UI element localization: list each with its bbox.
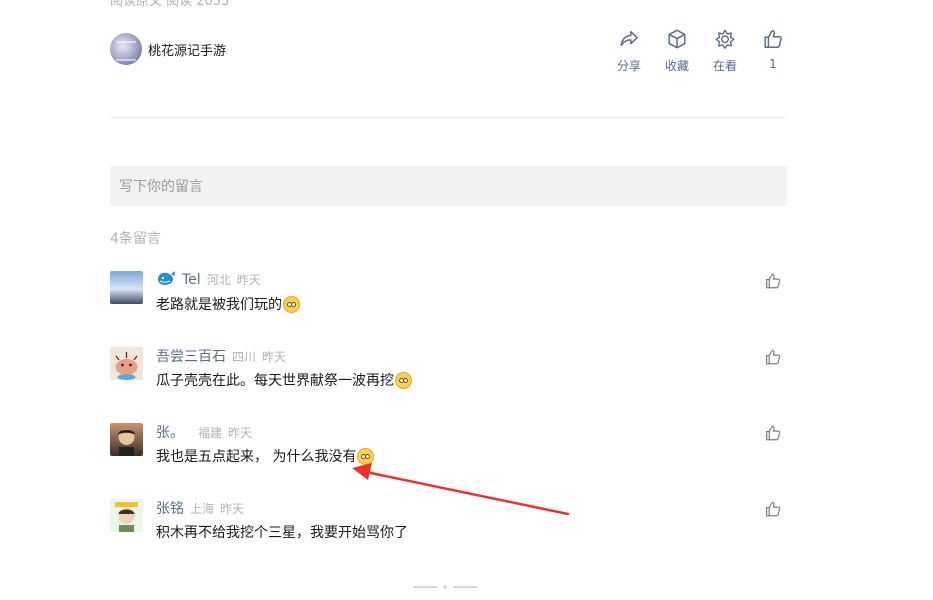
comment-item: 吾尝三百石 四川 昨天 瓜子壳壳在此。每天世界献祭一波再挖 [110, 347, 787, 407]
commenter-name[interactable]: 吾尝三百石 [156, 346, 226, 366]
commenter-name[interactable]: 张。 [156, 422, 184, 442]
author-name[interactable]: 桃花源记手游 [148, 40, 226, 59]
avatar[interactable] [110, 271, 143, 304]
avatar[interactable] [110, 423, 143, 456]
share-button[interactable]: 分享 [605, 28, 653, 74]
wow-label: 在看 [712, 59, 737, 73]
comment-time: 昨天 [262, 349, 287, 364]
comment-item: 张。 福建 昨天 我也是五点起来， 为什么我没有 [110, 423, 787, 483]
author-row[interactable]: 桃花源记手游 [110, 33, 226, 65]
flushed-emoji-icon [283, 295, 300, 313]
action-bar: 分享 收藏 在看 1 [605, 28, 797, 74]
wow-icon [714, 28, 736, 54]
comment-meta: Tel 河北 昨天 [156, 270, 261, 289]
cube-icon [666, 28, 688, 54]
comment-text: 我也是五点起来， 为什么我没有 [156, 449, 357, 465]
comment-like-button[interactable] [764, 424, 782, 446]
comment-text-row: 老路就是被我们玩的 [156, 294, 300, 314]
avatar[interactable] [110, 499, 143, 532]
favorite-button[interactable]: 收藏 [653, 28, 701, 74]
thumb-up-icon [764, 273, 782, 294]
like-count: 1 [769, 57, 777, 71]
divider-dot [443, 585, 447, 589]
comment-input[interactable]: 写下你的留言 [110, 166, 787, 206]
comment-meta: 张。 福建 昨天 [156, 422, 252, 442]
share-label: 分享 [616, 59, 641, 73]
comment-location: 四川 [232, 349, 257, 364]
share-icon [618, 28, 640, 54]
comment-item: Tel 河北 昨天 老路就是被我们玩的 [110, 271, 787, 331]
comment-time: 昨天 [220, 501, 245, 516]
thumb-up-icon [764, 349, 782, 370]
divider-line [413, 586, 437, 588]
comment-text-row: 我也是五点起来， 为什么我没有 [156, 446, 375, 466]
comment-text-row: 积木再不给我挖个三星，我要开始骂你了 [156, 522, 408, 542]
comment-text: 老路就是被我们玩的 [156, 297, 282, 313]
article-meta-cutoff: 阅读原文 阅读 2055 [110, 0, 230, 9]
comment-text: 积木再不给我挖个三星，我要开始骂你了 [156, 525, 408, 541]
comment-text: 瓜子壳壳在此。每天世界献祭一波再挖 [156, 373, 394, 389]
thumb-up-icon [764, 425, 782, 446]
thumb-up-icon [762, 28, 784, 54]
favorite-label: 收藏 [664, 59, 689, 73]
commenter-name[interactable]: 张铭 [156, 498, 184, 518]
comment-location: 上海 [190, 501, 215, 516]
thumb-up-icon [764, 501, 782, 522]
comment-time: 昨天 [236, 273, 261, 287]
whale-icon [156, 270, 176, 289]
smirk-emoji-icon [395, 371, 412, 389]
confused-emoji-icon [357, 447, 375, 465]
comment-like-button[interactable] [764, 500, 782, 522]
comment-time: 昨天 [228, 425, 253, 440]
comment-input-placeholder: 写下你的留言 [119, 179, 203, 195]
comment-location: 福建 [198, 425, 223, 440]
loading-indicator [413, 585, 477, 589]
comment-text-row: 瓜子壳壳在此。每天世界献祭一波再挖 [156, 370, 412, 390]
comment-like-button[interactable] [764, 272, 782, 294]
comment-count: 4条留言 [110, 231, 161, 247]
comment-meta: 张铭 上海 昨天 [156, 498, 244, 518]
comment-location: 河北 [206, 273, 231, 287]
divider-line [453, 586, 477, 588]
commenter-name[interactable]: Tel [182, 272, 201, 288]
comment-like-button[interactable] [764, 348, 782, 370]
avatar[interactable] [110, 347, 143, 380]
wow-button[interactable]: 在看 [701, 28, 749, 74]
section-divider [110, 117, 787, 118]
comment-item: 张铭 上海 昨天 积木再不给我挖个三星，我要开始骂你了 [110, 499, 787, 559]
like-button[interactable]: 1 [749, 28, 797, 74]
comment-meta: 吾尝三百石 四川 昨天 [156, 346, 286, 366]
author-avatar[interactable] [110, 33, 142, 65]
